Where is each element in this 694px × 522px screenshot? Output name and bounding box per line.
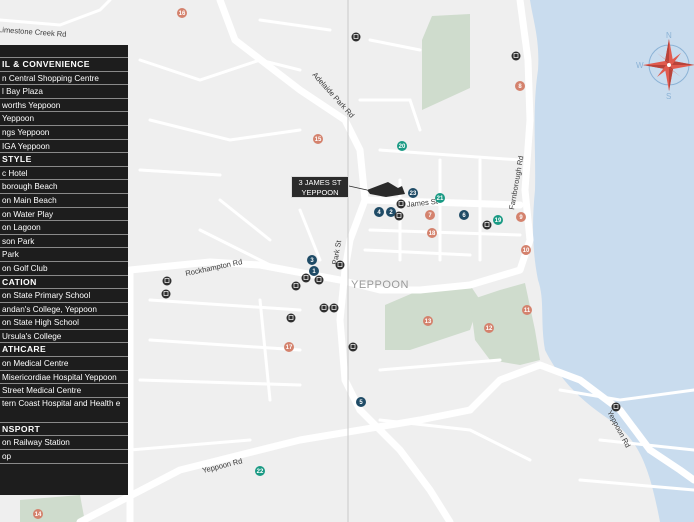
poi-marker-label: 18 (429, 231, 436, 237)
legend-item[interactable]: on Railway Station (0, 436, 128, 451)
bus-stop-icon[interactable] (351, 32, 361, 42)
poi-marker-label: 23 (410, 191, 417, 197)
poi-marker-label: 11 (524, 308, 531, 314)
poi-marker[interactable]: 21 (435, 193, 445, 203)
legend-item[interactable]: andan's College, Yeppoon (0, 303, 128, 317)
bus-stop-icon[interactable] (329, 303, 339, 313)
poi-marker[interactable]: 3 (307, 255, 317, 265)
poi-marker[interactable]: 19 (493, 215, 503, 225)
legend-section-heading: ATHCARE (0, 343, 128, 358)
callout-line-2: YEPPOON (301, 188, 339, 197)
callout-line-1: 3 JAMES ST (298, 178, 342, 187)
legend-item[interactable]: ngs Yeppoon (0, 126, 128, 140)
property-callout[interactable]: 3 JAMES ST YEPPOON (291, 176, 349, 198)
poi-marker[interactable]: 20 (397, 141, 407, 151)
legend-item[interactable]: l Bay Plaza (0, 85, 128, 99)
legend-item[interactable]: Park (0, 248, 128, 262)
area-label-yeppoon: YEPPOON (351, 279, 409, 291)
legend-item[interactable]: borough Beach (0, 180, 128, 194)
legend-item[interactable]: on Lagoon (0, 221, 128, 235)
bus-stop-icon[interactable] (291, 281, 301, 291)
road-label-limestone: Limestone Creek Rd (0, 25, 67, 39)
legend-panel: IL & CONVENIENCE n Central Shopping Centr… (0, 45, 128, 495)
legend-section-heading: IL & CONVENIENCE (0, 58, 128, 72)
poi-marker[interactable]: 13 (423, 316, 433, 326)
bus-stop-icon[interactable] (611, 402, 621, 412)
poi-marker[interactable]: 5 (356, 397, 366, 407)
bus-stop-icon[interactable] (161, 289, 171, 299)
bus-stop-icon[interactable] (286, 313, 296, 323)
legend-item[interactable]: on Main Beach (0, 194, 128, 208)
park-lagoon (385, 285, 480, 350)
poi-marker[interactable]: 17 (284, 342, 294, 352)
legend-item[interactable]: Yeppoon (0, 112, 128, 126)
legend-item[interactable]: on State Primary School (0, 289, 128, 303)
poi-marker[interactable]: 12 (484, 323, 494, 333)
compass-n: N (666, 31, 672, 40)
park-north (422, 14, 470, 110)
compass-s: S (666, 92, 671, 101)
poi-marker-label: 14 (35, 512, 42, 518)
bus-stop-icon[interactable] (348, 342, 358, 352)
legend-item[interactable]: on Medical Centre (0, 357, 128, 371)
poi-marker[interactable]: 18 (427, 228, 437, 238)
poi-marker[interactable]: 9 (516, 212, 526, 222)
poi-marker-label: 12 (486, 326, 493, 332)
bus-stop-icon[interactable] (394, 211, 404, 221)
poi-marker-label: 15 (315, 137, 322, 143)
legend-item[interactable]: IGA Yeppoon (0, 140, 128, 154)
poi-marker-label: 21 (437, 196, 444, 202)
poi-marker[interactable]: 10 (521, 245, 531, 255)
compass-w: W (636, 61, 644, 70)
legend-item[interactable]: on State High School (0, 316, 128, 330)
bus-stop-icon[interactable] (319, 303, 329, 313)
legend-item[interactable]: Misericordiae Hospital Yeppoon (0, 371, 128, 385)
legend-item[interactable]: c Hotel (0, 167, 128, 181)
poi-marker[interactable]: 1 (309, 266, 319, 276)
poi-marker-label: 16 (179, 11, 186, 17)
legend-section-heading: STYLE (0, 153, 128, 167)
legend-section-heading: NSPORT (0, 423, 128, 437)
bus-stop-icon[interactable] (301, 273, 311, 283)
legend-item[interactable]: worths Yeppoon (0, 99, 128, 113)
legend-item[interactable]: on Water Play (0, 208, 128, 222)
poi-marker[interactable]: 16 (177, 8, 187, 18)
poi-marker-label: 19 (495, 218, 502, 224)
poi-marker-label: 20 (399, 144, 406, 150)
legend-item[interactable]: n Central Shopping Centre (0, 72, 128, 86)
park-beach (470, 283, 540, 365)
poi-marker[interactable]: 6 (459, 210, 469, 220)
legend-item[interactable]: Street Medical Centre (0, 384, 128, 398)
poi-marker-label: 22 (257, 469, 264, 475)
legend-item[interactable]: son Park (0, 235, 128, 249)
bus-stop-icon[interactable] (396, 199, 406, 209)
poi-marker-label: 10 (523, 248, 530, 254)
poi-marker-label: 17 (286, 345, 293, 351)
poi-marker-label: 13 (425, 319, 432, 325)
legend-item[interactable]: on Golf Club (0, 262, 128, 276)
legend-item[interactable]: Ursula's College (0, 330, 128, 344)
bus-stop-icon[interactable] (335, 260, 345, 270)
bus-stop-icon[interactable] (314, 275, 324, 285)
park-southwest (20, 495, 85, 522)
legend-top-spacer (0, 45, 128, 58)
legend-item[interactable]: op (0, 450, 128, 464)
legend-section-heading: CATION (0, 276, 128, 290)
poi-marker[interactable]: 7 (425, 210, 435, 220)
poi-marker[interactable]: 2 (386, 207, 396, 217)
bus-stop-icon[interactable] (482, 220, 492, 230)
poi-marker[interactable]: 15 (313, 134, 323, 144)
poi-marker[interactable]: 4 (374, 207, 384, 217)
poi-marker[interactable]: 14 (33, 509, 43, 519)
poi-marker[interactable]: 22 (255, 466, 265, 476)
bus-stop-icon[interactable] (511, 51, 521, 61)
poi-marker[interactable]: 11 (522, 305, 532, 315)
legend-item[interactable]: tern Coast Hospital and Health e (0, 398, 128, 423)
poi-marker[interactable]: 8 (515, 81, 525, 91)
bus-stop-icon[interactable] (162, 276, 172, 286)
poi-marker[interactable]: 23 (408, 188, 418, 198)
